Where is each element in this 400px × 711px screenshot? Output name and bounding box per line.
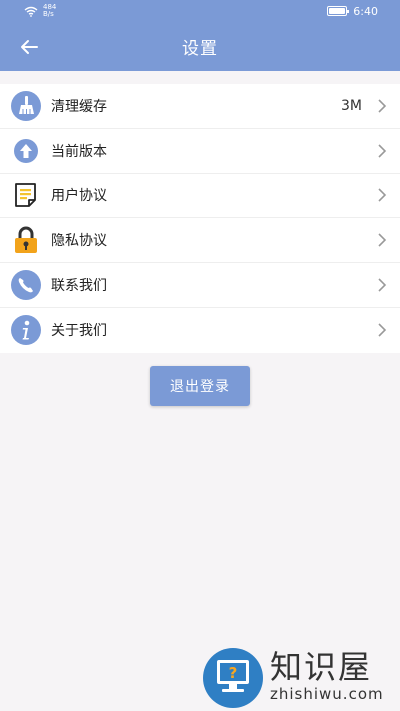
help-monitor-icon: ? <box>203 647 263 708</box>
settings-list: 清理缓存 3M 当前版本 用户协议 隐私协议 联系我们 关于我们 <box>0 84 400 353</box>
chevron-right-icon <box>378 99 387 113</box>
battery-icon <box>327 6 350 16</box>
settings-item-label: 隐私协议 <box>51 233 107 250</box>
wifi-icon <box>24 6 38 17</box>
upload-arrow-icon <box>10 135 42 167</box>
chevron-right-icon <box>378 188 387 203</box>
settings-item-label: 关于我们 <box>51 323 107 340</box>
lock-icon <box>10 224 42 256</box>
settings-item-contact-us[interactable]: 联系我们 <box>0 263 400 308</box>
cache-size-value: 3M <box>341 97 362 114</box>
broom-icon <box>10 90 42 122</box>
net-speed-unit: B/s <box>43 10 54 18</box>
document-icon <box>10 179 42 211</box>
back-arrow-icon <box>21 40 38 54</box>
settings-item-label: 清理缓存 <box>51 98 107 115</box>
settings-item-current-version[interactable]: 当前版本 <box>0 129 400 174</box>
info-icon <box>10 314 42 346</box>
watermark-brand-en: zhishiwu.com <box>270 684 384 703</box>
chevron-right-icon <box>378 144 387 158</box>
network-speed: 484 B/s <box>43 4 56 18</box>
logout-button[interactable]: 退出登录 <box>150 366 250 406</box>
watermark: ? 知识屋 zhishiwu.com <box>200 640 400 711</box>
settings-item-label: 用户协议 <box>51 188 107 205</box>
chevron-right-icon <box>378 278 387 292</box>
chevron-right-icon <box>378 323 387 337</box>
nav-bar: 设置 <box>0 22 400 71</box>
status-time: 6:40 <box>353 4 378 18</box>
settings-item-label: 当前版本 <box>51 143 107 160</box>
watermark-text: 知识屋 zhishiwu.com <box>270 649 384 703</box>
phone-icon <box>10 269 42 301</box>
app-header: 484 B/s 6:40 设置 <box>0 0 400 71</box>
status-right: 6:40 <box>327 5 378 18</box>
settings-item-privacy-agreement[interactable]: 隐私协议 <box>0 218 400 264</box>
page-title: 设置 <box>182 39 218 59</box>
status-bar: 484 B/s 6:40 <box>0 0 400 22</box>
settings-item-label: 联系我们 <box>51 278 107 295</box>
settings-item-user-agreement[interactable]: 用户协议 <box>0 174 400 219</box>
chevron-right-icon <box>378 233 387 247</box>
watermark-brand-cn: 知识屋 <box>270 647 373 686</box>
status-left: 484 B/s <box>24 4 56 18</box>
settings-item-clear-cache[interactable]: 清理缓存 3M <box>0 84 400 129</box>
settings-item-about-us[interactable]: 关于我们 <box>0 308 400 353</box>
svg-text:?: ? <box>229 664 238 682</box>
back-button[interactable] <box>14 32 44 62</box>
